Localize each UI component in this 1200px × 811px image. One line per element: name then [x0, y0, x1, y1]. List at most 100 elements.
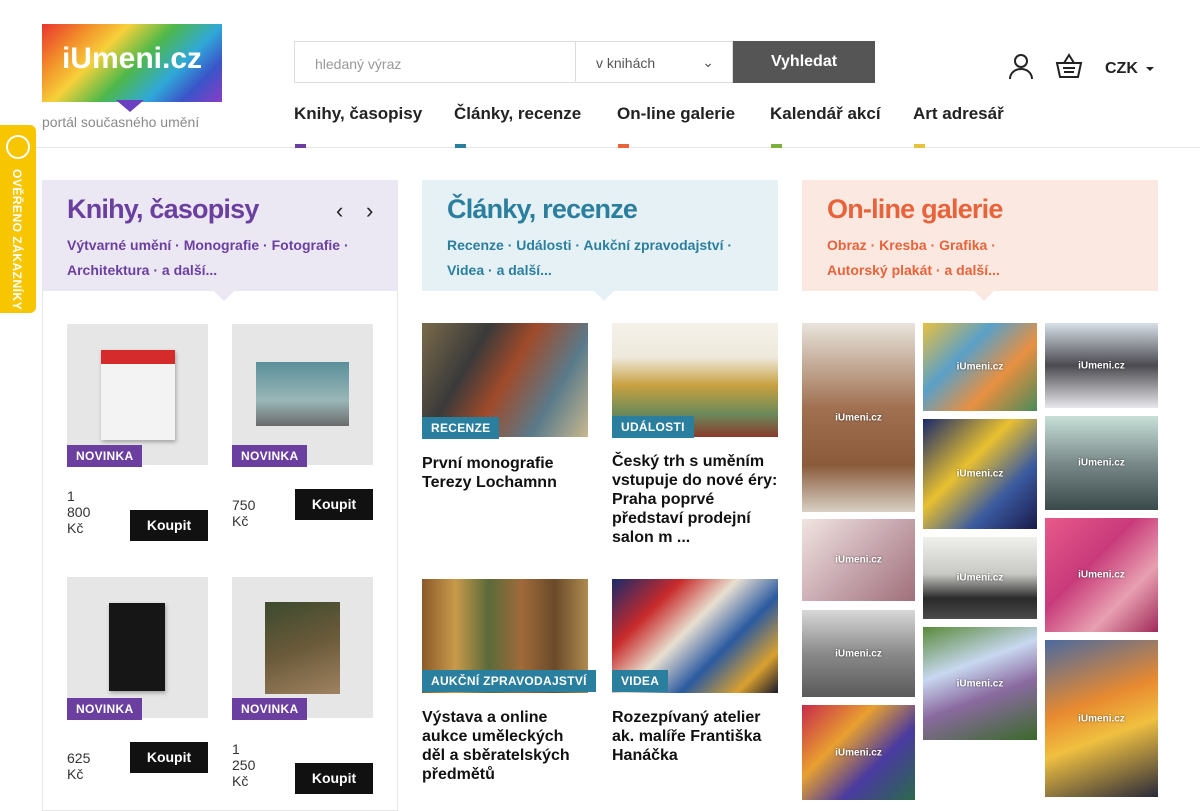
articles-title[interactable]: Články, recenze — [447, 192, 753, 226]
product-price: 625 Kč — [67, 750, 91, 782]
search-scope-select[interactable]: v knihách ⌄ — [575, 41, 733, 83]
product-image[interactable] — [232, 324, 373, 465]
nav-gallery[interactable]: On-line galerie — [617, 104, 735, 148]
cat-link[interactable]: Fotografie — [272, 237, 340, 253]
cat-link[interactable]: Recenze — [447, 237, 504, 253]
product-image[interactable] — [67, 577, 208, 718]
product-image[interactable] — [232, 577, 373, 718]
cat-link[interactable]: Autorský plakát — [827, 262, 932, 278]
gallery-artwork[interactable]: iUmeni.cz — [802, 519, 915, 601]
gallery-artwork[interactable]: iUmeni.cz — [802, 610, 915, 697]
article-title[interactable]: Rozezpívaný atelier ak. malíře Františka… — [612, 708, 778, 765]
cat-link[interactable]: a další... — [162, 262, 217, 278]
gallery-artwork[interactable]: iUmeni.cz — [923, 627, 1037, 740]
chevron-down-icon: ⌄ — [702, 54, 714, 70]
next-arrow-icon[interactable]: › — [366, 198, 373, 224]
gallery-artwork[interactable]: iUmeni.cz — [1045, 416, 1158, 510]
header-pointer — [974, 291, 994, 301]
cat-link[interactable]: Aukční zpravodajství — [583, 237, 723, 253]
basket-icon[interactable] — [1055, 52, 1083, 80]
novinka-tag: NOVINKA — [232, 698, 308, 720]
buy-button[interactable]: Koupit — [295, 489, 373, 520]
search-scope-value: v knihách — [596, 55, 656, 71]
search-input[interactable]: hledaný výraz — [294, 41, 575, 83]
logo-pointer — [116, 100, 144, 112]
gallery-artwork[interactable]: iUmeni.cz — [1045, 640, 1158, 797]
gallery-artwork[interactable]: iUmeni.cz — [923, 537, 1037, 619]
watermark-text: iUmeni.cz — [1078, 457, 1125, 469]
gallery-artwork[interactable]: iUmeni.cz — [1045, 518, 1158, 632]
cat-link[interactable]: Monografie — [184, 237, 259, 253]
nav-books[interactable]: Knihy, časopisy — [294, 104, 423, 148]
cat-link[interactable]: Grafika — [939, 237, 987, 253]
product-price: 750 Kč — [232, 497, 256, 529]
article-title[interactable]: Český trh s uměním vstupuje do nové éry:… — [612, 452, 778, 547]
books-title[interactable]: Knihy, časopisy — [67, 192, 373, 226]
prev-arrow-icon[interactable]: ‹ — [336, 198, 343, 224]
product-price: 1 800 Kč — [67, 488, 91, 536]
article-tag: RECENZE — [422, 417, 500, 439]
watermark-text: iUmeni.cz — [1078, 713, 1125, 724]
site-logo[interactable]: iUmeni.cz — [42, 24, 222, 102]
nav-label: Knihy, časopisy — [294, 104, 423, 123]
watermark-text: iUmeni.cz — [956, 678, 1004, 689]
user-icon[interactable] — [1007, 52, 1035, 80]
buy-button[interactable]: Koupit — [130, 510, 208, 541]
cat-link[interactable]: a další... — [945, 262, 1000, 278]
watermark-text: iUmeni.cz — [956, 361, 1004, 373]
cat-link[interactable]: Události — [516, 237, 571, 253]
nav-accent — [618, 144, 629, 148]
badge-label: OVĚŘENO ZÁKAZNÍKY — [10, 169, 24, 311]
nav-accent — [295, 144, 306, 148]
caret-down-icon — [1145, 66, 1154, 71]
gallery-header: On-line galerie Obraz · Kresba · Grafika… — [802, 180, 1158, 301]
cat-link[interactable]: Obraz — [827, 237, 867, 253]
cat-link[interactable]: a další... — [497, 262, 552, 278]
cat-link[interactable]: Kresba — [879, 237, 926, 253]
gallery-artwork[interactable]: iUmeni.cz — [923, 419, 1037, 529]
search-button[interactable]: Vyhledat — [733, 41, 875, 83]
watermark-text: iUmeni.cz — [835, 648, 882, 659]
nav-accent — [771, 144, 782, 148]
nav-articles[interactable]: Články, recenze — [454, 104, 582, 148]
seal-icon — [6, 135, 30, 159]
books-header: Knihy, časopisy Výtvarné umění · Monogra… — [42, 180, 398, 301]
gallery-artwork[interactable]: iUmeni.cz — [923, 323, 1037, 411]
article-tag: VIDEA — [612, 670, 669, 692]
header-pointer — [594, 291, 614, 301]
article-title[interactable]: První monografie Terezy Lochamnn — [422, 454, 588, 492]
watermark-text: iUmeni.cz — [956, 572, 1004, 584]
verified-customers-badge[interactable]: OVĚŘENO ZÁKAZNÍKY — [0, 125, 36, 313]
gallery-artwork[interactable]: iUmeni.cz — [1045, 323, 1158, 408]
novinka-tag: NOVINKA — [67, 698, 143, 720]
article-tag: AUKČNÍ ZPRAVODAJSTVÍ — [422, 670, 596, 692]
logo-text: iUmeni.cz — [61, 42, 203, 75]
watermark-text: iUmeni.cz — [835, 747, 882, 758]
article-title[interactable]: Výstava a online aukce uměleckých děl a … — [422, 708, 588, 784]
cat-link[interactable]: Výtvarné umění — [67, 237, 171, 253]
product-price: 1 250 Kč — [232, 741, 256, 789]
articles-categories: Recenze · Události · Aukční zpravodajstv… — [447, 237, 733, 278]
site-header: iUmeni.cz portál současného umění hledan… — [0, 0, 1200, 148]
cat-link[interactable]: Architektura — [67, 262, 149, 278]
cat-link[interactable]: Videa — [447, 262, 484, 278]
currency-selector[interactable]: CZK — [1105, 60, 1154, 78]
nav-label: Články, recenze — [454, 104, 582, 123]
buy-button[interactable]: Koupit — [295, 763, 373, 794]
nav-directory[interactable]: Art adresář — [913, 104, 1004, 148]
nav-accent — [455, 144, 466, 148]
gallery-title[interactable]: On-line galerie — [827, 192, 1133, 226]
gallery-artwork[interactable]: iUmeni.cz — [802, 705, 915, 800]
gallery-artwork[interactable]: iUmeni.cz — [802, 323, 915, 512]
watermark-text: iUmeni.cz — [835, 412, 882, 423]
nav-accent — [914, 144, 925, 148]
buy-button[interactable]: Koupit — [130, 742, 208, 773]
logo-tagline: portál současného umění — [42, 114, 200, 130]
product-image[interactable] — [67, 324, 208, 465]
nav-label: Art adresář — [913, 104, 1004, 123]
nav-calendar[interactable]: Kalendář akcí — [770, 104, 881, 148]
watermark-text: iUmeni.cz — [1078, 569, 1125, 581]
watermark-text: iUmeni.cz — [1078, 360, 1125, 371]
article-tag: UDÁLOSTI — [612, 416, 694, 438]
watermark-text: iUmeni.cz — [835, 554, 882, 566]
